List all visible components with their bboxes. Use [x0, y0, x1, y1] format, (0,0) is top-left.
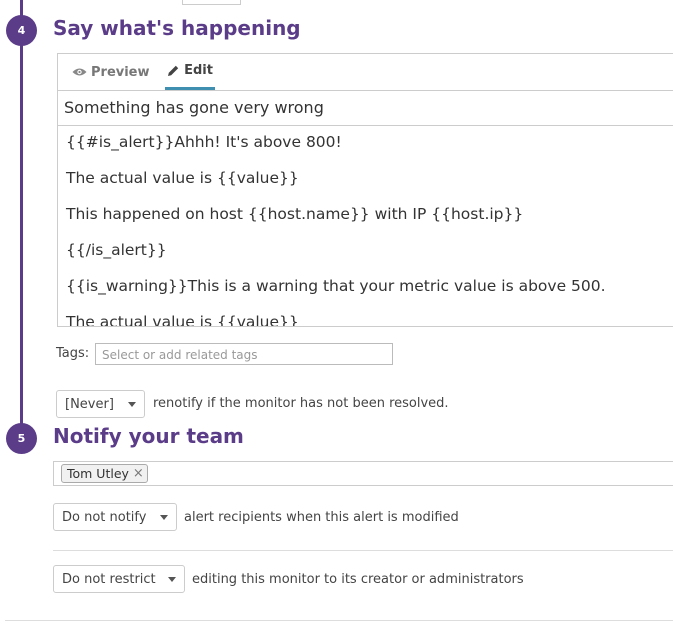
notify-select-value: Do not notify: [62, 509, 147, 525]
restrict-select-value: Do not restrict: [62, 571, 156, 587]
body-line: {{#is_alert}}Ahhh! It's above 800!: [66, 133, 342, 151]
body-line: {{/is_alert}}: [66, 241, 167, 259]
recipient-chip: Tom Utley ×: [61, 464, 148, 483]
tab-edit[interactable]: Edit: [165, 54, 215, 90]
body-line: This happened on host {{host.name}} with…: [66, 205, 524, 223]
renotify-select[interactable]: [Never]: [56, 390, 145, 418]
step-number: 4: [17, 24, 26, 37]
tab-edit-label: Edit: [184, 63, 213, 78]
notify-description: alert recipients when this alert is modi…: [184, 510, 459, 525]
step-4-badge: 4: [6, 15, 37, 46]
restrict-description: editing this monitor to its creator or a…: [192, 572, 524, 587]
step-5-title: Notify your team: [53, 424, 244, 448]
body-line: The actual value is {{value}}: [66, 313, 299, 326]
pencil-icon: [168, 65, 179, 76]
previous-field-box: [182, 0, 241, 5]
restrict-edit-select[interactable]: Do not restrict: [53, 565, 185, 593]
step-5-badge: 5: [6, 423, 37, 454]
body-line: The actual value is {{value}}: [66, 169, 299, 187]
tab-preview[interactable]: Preview: [72, 54, 150, 90]
close-icon[interactable]: ×: [133, 466, 144, 481]
bottom-divider: [5, 620, 673, 621]
step-number: 5: [17, 432, 26, 445]
message-title-input[interactable]: Something has gone very wrong: [58, 90, 673, 126]
caret-down-icon: [128, 402, 136, 407]
recipient-name: Tom Utley: [67, 466, 129, 481]
body-line: {{is_warning}}This is a warning that you…: [66, 277, 606, 295]
renotify-description: renotify if the monitor has not been res…: [153, 396, 449, 411]
divider: [53, 550, 673, 551]
tags-label: Tags:: [56, 346, 90, 361]
step-4-title: Say what's happening: [53, 16, 301, 40]
tab-preview-label: Preview: [91, 64, 150, 80]
message-body-textarea[interactable]: {{#is_alert}}Ahhh! It's above 800! The a…: [58, 127, 673, 326]
tags-input[interactable]: Select or add related tags: [95, 343, 393, 365]
eye-icon: [72, 68, 87, 76]
recipients-input[interactable]: Tom Utley ×: [53, 461, 673, 486]
notify-modification-select[interactable]: Do not notify: [53, 503, 177, 531]
caret-down-icon: [168, 577, 176, 582]
editor-tabs: Preview Edit: [58, 54, 673, 91]
caret-down-icon: [160, 515, 168, 520]
message-editor: Preview Edit Something has gone very wro…: [57, 53, 673, 327]
renotify-select-value: [Never]: [65, 396, 114, 412]
step-connector-line: [20, 0, 23, 425]
